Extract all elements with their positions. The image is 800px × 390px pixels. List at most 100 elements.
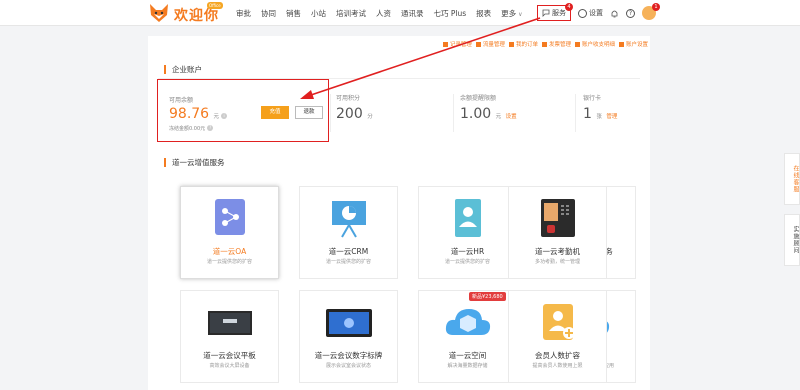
service-name: 道一云CRM — [328, 247, 369, 256]
nav-item-collab[interactable]: 协同 — [261, 8, 276, 19]
divider — [330, 94, 331, 132]
balance-value: 98.76 元i — [169, 106, 228, 122]
fox-logo-icon[interactable] — [148, 3, 170, 23]
hr-icon — [455, 199, 481, 237]
service-desc: 展示会议室会议状态 — [325, 363, 371, 369]
points-unit: 分 — [367, 114, 373, 120]
quicklink-orders[interactable]: 我的订单 — [509, 40, 538, 48]
help-icon: ? — [626, 8, 635, 18]
service-card-attendance[interactable]: 道一云考勤机 多功考勤，统一管理 — [508, 186, 607, 279]
settings-label: 设置 — [589, 9, 603, 17]
brand-badge: Office — [207, 2, 223, 9]
divider — [453, 94, 454, 132]
service-desc: 提高会员人数使用上限 — [532, 363, 583, 369]
nav-item-sales[interactable]: 销售 — [286, 8, 301, 19]
recharge-button[interactable]: 充值 — [261, 106, 289, 119]
right-tools: 服务 4 设置 ? 1 — [537, 3, 660, 21]
nav-item-qiqiao[interactable]: 七巧 Plus — [434, 8, 467, 19]
remind-label: 余额提醒限额 — [460, 95, 497, 102]
crm-icon — [332, 201, 366, 238]
info-icon[interactable]: ? — [207, 125, 214, 131]
frozen-note-text: 冻结金额0.00元 — [169, 126, 206, 132]
service-desc: 解决海量数据存储 — [447, 363, 488, 369]
service-badge: 4 — [565, 3, 573, 11]
service-desc: 道一云提供您的扩容 — [444, 259, 490, 265]
balance-unit: 元 — [213, 114, 220, 120]
attendance-machine-icon — [541, 199, 575, 237]
service-desc: 道一云提供您的扩容 — [206, 259, 252, 265]
service-name: 道一云OA — [212, 247, 247, 256]
quicklink-account-settings[interactable]: 账户设置 — [619, 40, 648, 48]
info-icon[interactable]: i — [221, 113, 228, 119]
quicklink-statement[interactable]: 账户收支明细 — [575, 40, 615, 48]
top-bar: 欢迎你 Office 审批 协同 销售 小站 培训考试 人资 通讯录 七巧 Pl… — [0, 0, 800, 26]
quicklink-records[interactable]: 记录管理 — [443, 40, 472, 48]
bankcard-label: 银行卡 — [583, 95, 602, 102]
service-desc: 道一云提供您的扩容 — [325, 259, 371, 265]
divider — [575, 94, 576, 132]
quick-links: 记录管理 流量管理 我的订单 发票管理 账户收支明细 账户设置 — [443, 40, 648, 48]
points-label: 可用积分 — [336, 95, 361, 102]
service-name: 会员人数扩容 — [535, 351, 580, 360]
service-name: 道一云会议平板 — [203, 351, 256, 360]
service-label: 服务 — [552, 9, 566, 17]
cloud-space-icon — [445, 309, 491, 335]
settings-button[interactable]: 设置 — [578, 8, 603, 18]
notification-button[interactable] — [610, 9, 619, 18]
frozen-note: 冻结金额0.00元? — [169, 125, 214, 132]
nav-item-hr[interactable]: 人资 — [376, 8, 391, 19]
nav-item-reports[interactable]: 报表 — [476, 8, 491, 19]
balance-amount: 98.76 — [169, 106, 210, 122]
remind-set-link[interactable]: 设置 — [506, 114, 517, 120]
help-button[interactable]: ? — [626, 8, 635, 18]
bankcard-value: 1 张 管理 — [583, 106, 617, 122]
chat-icon — [542, 9, 550, 17]
price-tag: 新品¥23,680 — [469, 292, 506, 301]
bankcard-count: 1 — [583, 106, 592, 122]
quicklink-invoices[interactable]: 发票管理 — [542, 40, 571, 48]
remind-amount: 1.00 — [460, 106, 492, 122]
service-name: 道一云HR — [450, 247, 485, 256]
service-card-oa[interactable]: 道一云OA 道一云提供您的扩容 — [180, 186, 279, 279]
service-card-meeting-tablet[interactable]: 道一云会议平板 高效会议大屏设备 — [180, 290, 279, 383]
service-desc: 高效会议大屏设备 — [209, 363, 250, 369]
service-name: 道一云会议数字标牌 — [314, 351, 383, 360]
nav-item-contacts[interactable]: 通讯录 — [401, 8, 424, 19]
bankcard-unit: 张 — [596, 114, 602, 120]
avatar-badge: 1 — [652, 3, 660, 11]
gear-icon — [578, 8, 587, 18]
remind-value: 1.00 元 设置 — [460, 106, 517, 122]
oa-icon — [215, 199, 245, 235]
nav-item-more[interactable]: 更多 — [501, 8, 522, 19]
avatar[interactable]: 1 — [642, 3, 660, 20]
consultant-float[interactable]: 实施顾问 — [784, 214, 800, 266]
digital-signage-icon — [326, 309, 372, 337]
member-expand-icon — [543, 304, 575, 340]
balance-box: 可用余额 98.76 元i 冻结金额0.00元? 充值 退款 — [157, 79, 329, 142]
balance-label: 可用余额 — [169, 97, 194, 104]
service-name: 道一云空间 — [448, 351, 487, 360]
withdraw-button[interactable]: 退款 — [295, 106, 323, 119]
nav-item-approval[interactable]: 审批 — [236, 8, 251, 19]
service-card-hr[interactable]: 道一云HR 道一云提供您的扩容 — [418, 186, 517, 279]
service-card-member[interactable]: 会员人数扩容 提高会员人数使用上限 — [508, 290, 607, 383]
meeting-tablet-icon — [208, 311, 252, 335]
points-value: 200 分 — [336, 106, 373, 122]
service-card-crm[interactable]: 道一云CRM 道一云提供您的扩容 — [299, 186, 398, 279]
online-service-float[interactable]: 在线客服 — [784, 153, 800, 205]
service-card-signage[interactable]: 道一云会议数字标牌 展示会议室会议状态 — [299, 290, 398, 383]
service-button[interactable]: 服务 4 — [537, 3, 573, 21]
nav-item-training[interactable]: 培训考试 — [336, 8, 366, 19]
points-amount: 200 — [336, 106, 363, 122]
quicklink-traffic[interactable]: 流量管理 — [476, 40, 505, 48]
nav-item-site[interactable]: 小站 — [311, 8, 326, 19]
service-name: 道一云考勤机 — [535, 247, 580, 256]
services-section-title: 道一云增值服务 — [164, 158, 225, 167]
service-desc: 多功考勤，统一管理 — [534, 259, 580, 265]
bell-icon — [611, 10, 618, 17]
account-section-title: 企业账户 — [164, 65, 202, 74]
service-card-space[interactable]: 新品¥23,680 道一云空间 解决海量数据存储 — [418, 290, 517, 383]
remind-unit: 元 — [495, 114, 502, 120]
main-nav: 审批 协同 销售 小站 培训考试 人资 通讯录 七巧 Plus 报表 更多 — [236, 8, 522, 19]
bankcard-manage-link[interactable]: 管理 — [606, 114, 617, 120]
